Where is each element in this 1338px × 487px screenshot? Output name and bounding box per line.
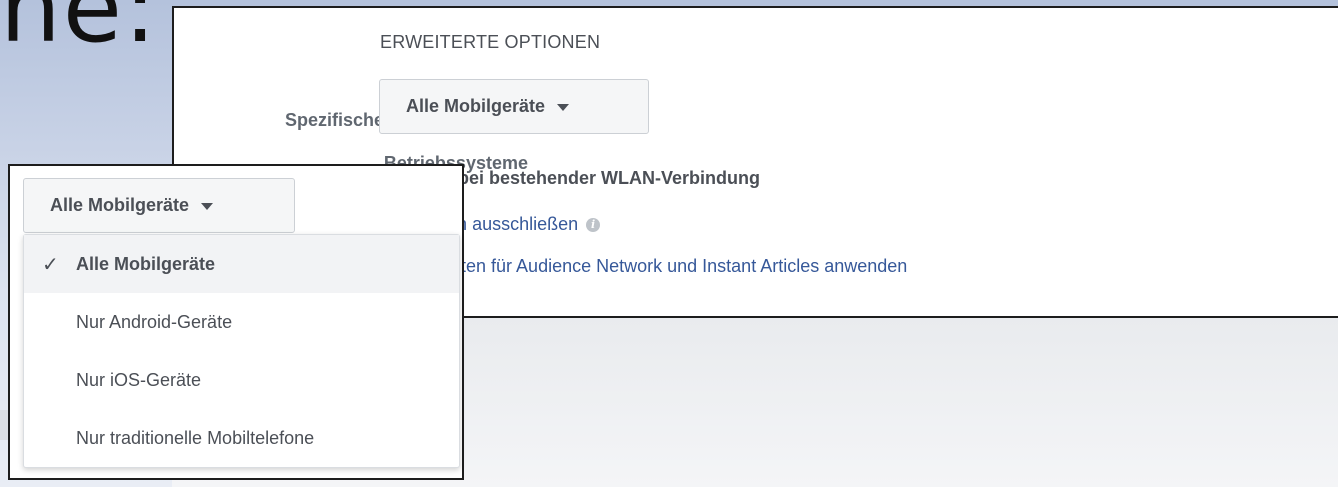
info-icon[interactable]: i [586, 217, 601, 232]
menu-item-label: Alle Mobilgeräte [76, 253, 216, 274]
device-menu-dropdown-label: Alle Mobilgeräte [50, 195, 190, 215]
devices-dropdown[interactable]: Alle Mobilgeräte [379, 79, 649, 134]
menu-item-label: Nur traditionelle Mobiltelefone [76, 427, 315, 448]
wifi-only-label[interactable]: Nur bei bestehender WLAN-Verbindung [422, 168, 760, 189]
device-options-menu: ✓ Alle Mobilgeräte Nur Android-Geräte Nu… [23, 234, 460, 468]
section-heading: ERWEITERTE OPTIONEN [380, 32, 601, 52]
caret-down-icon [201, 203, 214, 210]
devices-dropdown-label: Alle Mobilgeräte [406, 96, 546, 116]
menu-item-label: Nur Android-Geräte [76, 311, 233, 332]
caret-down-icon [557, 104, 570, 111]
menu-item-all-devices[interactable]: ✓ Alle Mobilgeräte [24, 235, 459, 293]
slide-title: he: [0, 0, 159, 64]
device-menu-panel: Alle Mobilgeräte ✓ Alle Mobilgeräte Nur … [8, 164, 464, 480]
menu-item-android[interactable]: Nur Android-Geräte [24, 293, 459, 351]
menu-item-ios[interactable]: Nur iOS-Geräte [24, 351, 459, 409]
menu-item-feature-phones[interactable]: Nur traditionelle Mobiltelefone [24, 409, 459, 467]
checkmark-icon: ✓ [42, 254, 59, 276]
device-menu-dropdown[interactable]: Alle Mobilgeräte [23, 178, 295, 233]
menu-item-label: Nur iOS-Geräte [76, 369, 202, 390]
